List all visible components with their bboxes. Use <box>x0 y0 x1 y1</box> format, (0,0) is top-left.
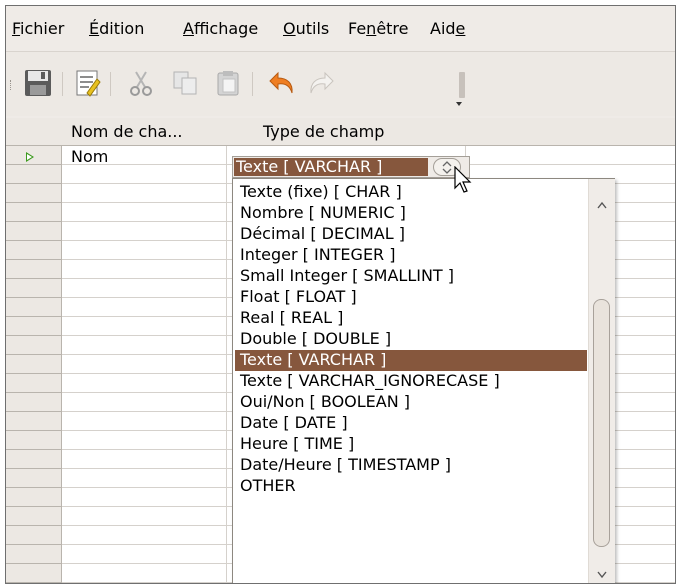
column-header-field-name[interactable]: Nom de cha... <box>62 118 227 146</box>
paste-icon <box>217 71 239 96</box>
paste-button[interactable] <box>211 66 245 100</box>
toolbar <box>6 51 675 116</box>
row-header[interactable] <box>6 469 62 488</box>
app-window: Fichier Édition Affichage Outils Fenêtre… <box>5 5 676 584</box>
copy-icon <box>173 71 197 95</box>
redo-button[interactable] <box>304 66 338 100</box>
row-header[interactable] <box>6 298 62 317</box>
dropdown-option[interactable]: Heure [ TIME ] <box>235 434 587 455</box>
menu-aide[interactable]: Aide <box>430 19 465 38</box>
dropdown-option[interactable]: Texte (fixe) [ CHAR ] <box>235 182 587 203</box>
dropdown-option[interactable]: Date [ DATE ] <box>235 413 587 434</box>
row-header[interactable] <box>6 241 62 260</box>
row-header[interactable] <box>6 184 62 203</box>
dropdown-option[interactable]: Oui/Non [ BOOLEAN ] <box>235 392 587 413</box>
row-header[interactable] <box>6 564 62 583</box>
row-header[interactable] <box>6 279 62 298</box>
menu-affichage[interactable]: Affichage <box>183 19 258 38</box>
copy-button[interactable] <box>168 66 202 100</box>
save-icon <box>25 70 51 96</box>
undo-icon <box>269 71 293 94</box>
row-header[interactable] <box>6 165 62 184</box>
column-header-field-type[interactable]: Type de champ <box>226 118 466 146</box>
column-divider <box>226 146 227 583</box>
menubar: Fichier Édition Affichage Outils Fenêtre… <box>6 6 675 50</box>
dropdown-scrollbar[interactable] <box>588 179 615 583</box>
dropdown-option[interactable]: Real [ REAL ] <box>235 308 587 329</box>
menu-outils[interactable]: Outils <box>283 19 329 38</box>
menu-fichier[interactable]: Fichier <box>12 19 64 38</box>
scrollbar-thumb[interactable] <box>593 299 610 547</box>
toolbar-dropdown-handle[interactable] <box>459 72 465 98</box>
edit-mode-button[interactable] <box>70 66 104 100</box>
row-header[interactable] <box>6 412 62 431</box>
cut-button[interactable] <box>124 66 158 100</box>
column-header-description[interactable] <box>465 118 675 146</box>
field-type-combobox[interactable]: Texte [ VARCHAR ] <box>232 156 470 178</box>
row-header-corner <box>6 118 63 146</box>
menu-fenetre[interactable]: Fenêtre <box>348 19 409 38</box>
row-header[interactable] <box>6 260 62 279</box>
row-header[interactable] <box>6 317 62 336</box>
dropdown-option[interactable]: Texte [ VARCHAR_IGNORECASE ] <box>235 371 587 392</box>
chevron-up-icon[interactable] <box>597 201 607 209</box>
row-header[interactable] <box>6 393 62 412</box>
cut-icon <box>130 71 152 96</box>
row-header[interactable] <box>6 526 62 545</box>
dropdown-option[interactable]: Small Integer [ SMALLINT ] <box>235 266 587 287</box>
chevron-down-icon <box>456 102 462 106</box>
dropdown-option[interactable]: Date/Heure [ TIMESTAMP ] <box>235 455 587 476</box>
dropdown-option[interactable]: Décimal [ DECIMAL ] <box>235 224 587 245</box>
chevron-down-icon[interactable] <box>597 571 607 579</box>
field-type-selected-value: Texte [ VARCHAR ] <box>234 158 428 176</box>
edit-document-icon <box>76 70 101 97</box>
row-header[interactable] <box>6 450 62 469</box>
dropdown-option[interactable]: Double [ DOUBLE ] <box>235 329 587 350</box>
row-header[interactable] <box>6 203 62 222</box>
save-button[interactable] <box>21 66 55 100</box>
row-header[interactable] <box>6 336 62 355</box>
row-header[interactable] <box>6 507 62 526</box>
dropdown-option[interactable]: OTHER <box>235 476 587 497</box>
toolbar-separator <box>252 72 253 96</box>
toolbar-grip-handle[interactable] <box>10 80 14 90</box>
row-header[interactable] <box>6 146 62 165</box>
row-header[interactable] <box>6 545 62 564</box>
toolbar-separator <box>62 72 63 96</box>
dropdown-option[interactable]: Texte [ VARCHAR ] <box>235 350 587 371</box>
row-header[interactable] <box>6 374 62 393</box>
row-header[interactable] <box>6 355 62 374</box>
toolbar-separator <box>110 72 111 96</box>
field-type-dropdown-list[interactable]: Texte (fixe) [ CHAR ] Nombre [ NUMERIC ] D… <box>232 178 615 583</box>
menu-edition[interactable]: Édition <box>89 19 144 38</box>
row-header[interactable] <box>6 488 62 507</box>
row-header[interactable] <box>6 431 62 450</box>
redo-icon <box>310 71 334 94</box>
column-header-label: Nom de cha... <box>71 122 183 141</box>
mouse-pointer-icon <box>454 166 472 193</box>
dropdown-option[interactable]: Float [ FLOAT ] <box>235 287 587 308</box>
current-row-arrow-icon <box>26 152 34 162</box>
dropdown-option[interactable]: Nombre [ NUMERIC ] <box>235 203 587 224</box>
dropdown-option[interactable]: Integer [ INTEGER ] <box>235 245 587 266</box>
row-header[interactable] <box>6 222 62 241</box>
menu-fichier-rest: ichier <box>20 19 65 38</box>
column-header-label: Type de champ <box>263 122 385 141</box>
undo-button[interactable] <box>265 66 299 100</box>
field-name-cell[interactable]: Nom <box>71 147 108 166</box>
